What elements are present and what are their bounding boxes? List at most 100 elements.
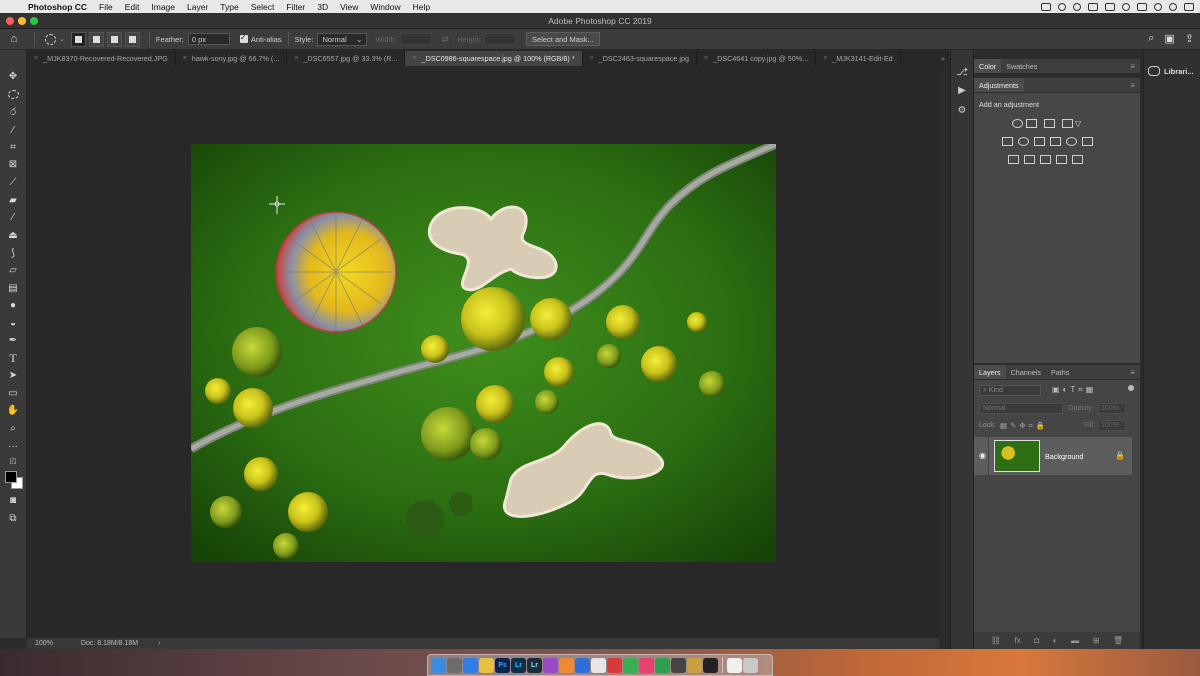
color-balance-icon[interactable] — [1018, 137, 1029, 146]
style-select[interactable]: Normal ⌄ — [317, 32, 368, 46]
blur-tool-icon[interactable]: ● — [4, 298, 22, 312]
black-white-icon[interactable] — [1034, 137, 1045, 146]
add-selection-button[interactable] — [88, 31, 104, 47]
move-tool-icon[interactable]: ✥ — [4, 69, 22, 83]
menu-edit[interactable]: Edit — [119, 2, 146, 12]
exposure-icon[interactable] — [1062, 119, 1073, 128]
lasso-tool-icon[interactable]: ර — [4, 105, 22, 119]
safari-icon[interactable] — [463, 657, 478, 673]
document-tab[interactable]: × _DSC6557.jpg @ 33.3% (R... — [287, 51, 406, 66]
more-tools-icon[interactable]: ··· — [4, 439, 22, 453]
music-icon[interactable] — [639, 657, 654, 673]
feather-input[interactable]: 0 px — [187, 33, 230, 45]
menu-image[interactable]: Image — [145, 2, 181, 12]
subtract-selection-button[interactable] — [106, 31, 122, 47]
close-tab-icon[interactable]: × — [294, 55, 298, 62]
adjustment-layer-icon[interactable]: ◐ — [1053, 636, 1058, 645]
zoom-tool-icon[interactable]: ⌕ — [4, 421, 22, 435]
wifi-icon[interactable] — [1122, 2, 1130, 11]
photo-filter-icon[interactable] — [1050, 137, 1061, 146]
brightness-contrast-icon[interactable] — [1012, 119, 1023, 128]
eyedropper-tool-icon[interactable]: ⟋ — [4, 175, 22, 189]
clone-stamp-tool-icon[interactable]: ⏏ — [4, 228, 22, 242]
tab-swatches[interactable]: Swatches — [1001, 59, 1042, 73]
list-icon[interactable] — [1184, 2, 1194, 11]
panel-menu-icon[interactable]: ≡ — [1130, 368, 1135, 377]
fx-icon[interactable]: fx — [1015, 636, 1021, 645]
new-group-icon[interactable]: ▬ — [1071, 636, 1079, 645]
curves-icon[interactable] — [1044, 119, 1055, 128]
vibrance-icon[interactable]: ▽ — [1075, 119, 1086, 128]
history-panel-icon[interactable]: ⎇ — [955, 66, 969, 78]
zoom-window-button[interactable] — [30, 16, 38, 25]
frame-tool-icon[interactable]: ⊠ — [4, 157, 22, 171]
invert-icon[interactable] — [1008, 155, 1019, 164]
lightroom-classic-icon[interactable]: Lr — [527, 657, 542, 673]
select-and-mask-button[interactable]: Select and Mask... — [526, 32, 600, 46]
selective-color-icon[interactable] — [1072, 155, 1083, 164]
close-tab-icon[interactable]: × — [183, 55, 187, 62]
layer-name[interactable]: Background — [1045, 452, 1083, 461]
gradient-tool-icon[interactable]: ▤ — [4, 281, 22, 295]
lightroom-icon[interactable]: Lr — [511, 657, 526, 673]
add-mask-icon[interactable]: ◘ — [1034, 636, 1039, 645]
share-icon[interactable]: ⇪ — [1185, 32, 1194, 45]
path-selection-tool-icon[interactable]: ➤ — [4, 368, 22, 382]
default-colors-icon[interactable]: ◰ — [4, 454, 22, 468]
channel-mixer-icon[interactable] — [1066, 137, 1077, 146]
close-tab-icon[interactable]: × — [590, 55, 594, 62]
document-image[interactable] — [191, 144, 776, 562]
doc-size[interactable]: Doc: 8.18M/8.18M — [81, 640, 138, 647]
hue-saturation-icon[interactable] — [1002, 137, 1013, 146]
crop-tool-icon[interactable]: ⌗ — [4, 140, 22, 154]
tab-layers[interactable]: Layers — [974, 365, 1006, 379]
actions-play-icon[interactable]: ▶ — [955, 84, 969, 96]
trash-icon[interactable]: 🗑 — [1113, 636, 1123, 645]
new-layer-icon[interactable]: ⊞ — [1093, 636, 1100, 645]
new-selection-button[interactable] — [70, 31, 86, 47]
pen-tool-icon[interactable]: ✒ — [4, 333, 22, 347]
chevron-down-icon[interactable]: ⌄ — [59, 35, 65, 43]
blend-mode-select[interactable]: Normal — [979, 403, 1063, 414]
minimize-window-button[interactable] — [18, 16, 26, 25]
tab-adjustments[interactable]: Adjustments — [974, 78, 1024, 92]
spotify-icon[interactable] — [655, 657, 670, 673]
marquee-preset-icon[interactable] — [41, 33, 59, 45]
layer-row-background[interactable]: ◉ Background 🔒 — [974, 437, 1132, 475]
screen-mode-icon[interactable]: ⧉ — [4, 511, 22, 525]
eraser-tool-icon[interactable]: ▱ — [4, 263, 22, 277]
brush-tool-icon[interactable]: ⁄ — [4, 210, 22, 224]
app-icon[interactable] — [671, 657, 686, 673]
type-tool-icon[interactable]: T — [4, 351, 22, 365]
dropbox-icon[interactable] — [575, 657, 590, 673]
finder-icon[interactable] — [431, 657, 446, 673]
app-icon[interactable] — [543, 657, 558, 673]
threshold-icon[interactable] — [1040, 155, 1051, 164]
marquee-tool-icon[interactable] — [4, 87, 22, 101]
zoom-level[interactable]: 100% — [35, 640, 53, 647]
dodge-tool-icon[interactable]: ◒ — [4, 316, 22, 330]
status-icon[interactable] — [1073, 2, 1081, 11]
canvas-area[interactable] — [27, 66, 939, 638]
menu-type[interactable]: Type — [214, 2, 244, 12]
panel-menu-icon[interactable]: ≡ — [1130, 81, 1135, 90]
workspace-icon[interactable]: ▣ — [1164, 32, 1174, 45]
fill-input[interactable]: 100% — [1098, 420, 1126, 431]
menu-window[interactable]: Window — [364, 2, 406, 12]
photoshop-icon[interactable]: Ps — [495, 657, 510, 673]
close-tab-icon[interactable]: × — [823, 55, 827, 62]
search-icon[interactable] — [1154, 2, 1162, 11]
document-tab[interactable]: × _DSC2463-squarespace.jpg — [583, 51, 698, 66]
search-icon[interactable]: ⌕ — [1148, 32, 1154, 45]
libraries-button[interactable]: Librari... — [1148, 66, 1194, 76]
color-lookup-icon[interactable] — [1082, 137, 1093, 146]
close-tab-icon[interactable]: × — [34, 55, 38, 62]
hand-tool-icon[interactable]: ✋ — [4, 403, 22, 417]
calendar-icon[interactable] — [591, 657, 606, 673]
filter-toggle-icon[interactable] — [1128, 385, 1134, 391]
quick-select-tool-icon[interactable]: ⁄ — [4, 123, 22, 137]
tab-color[interactable]: Color — [974, 59, 1002, 73]
intersect-selection-button[interactable] — [124, 31, 140, 47]
antialias-checkbox[interactable] — [239, 33, 248, 43]
more-tabs-button[interactable]: » — [937, 51, 949, 66]
